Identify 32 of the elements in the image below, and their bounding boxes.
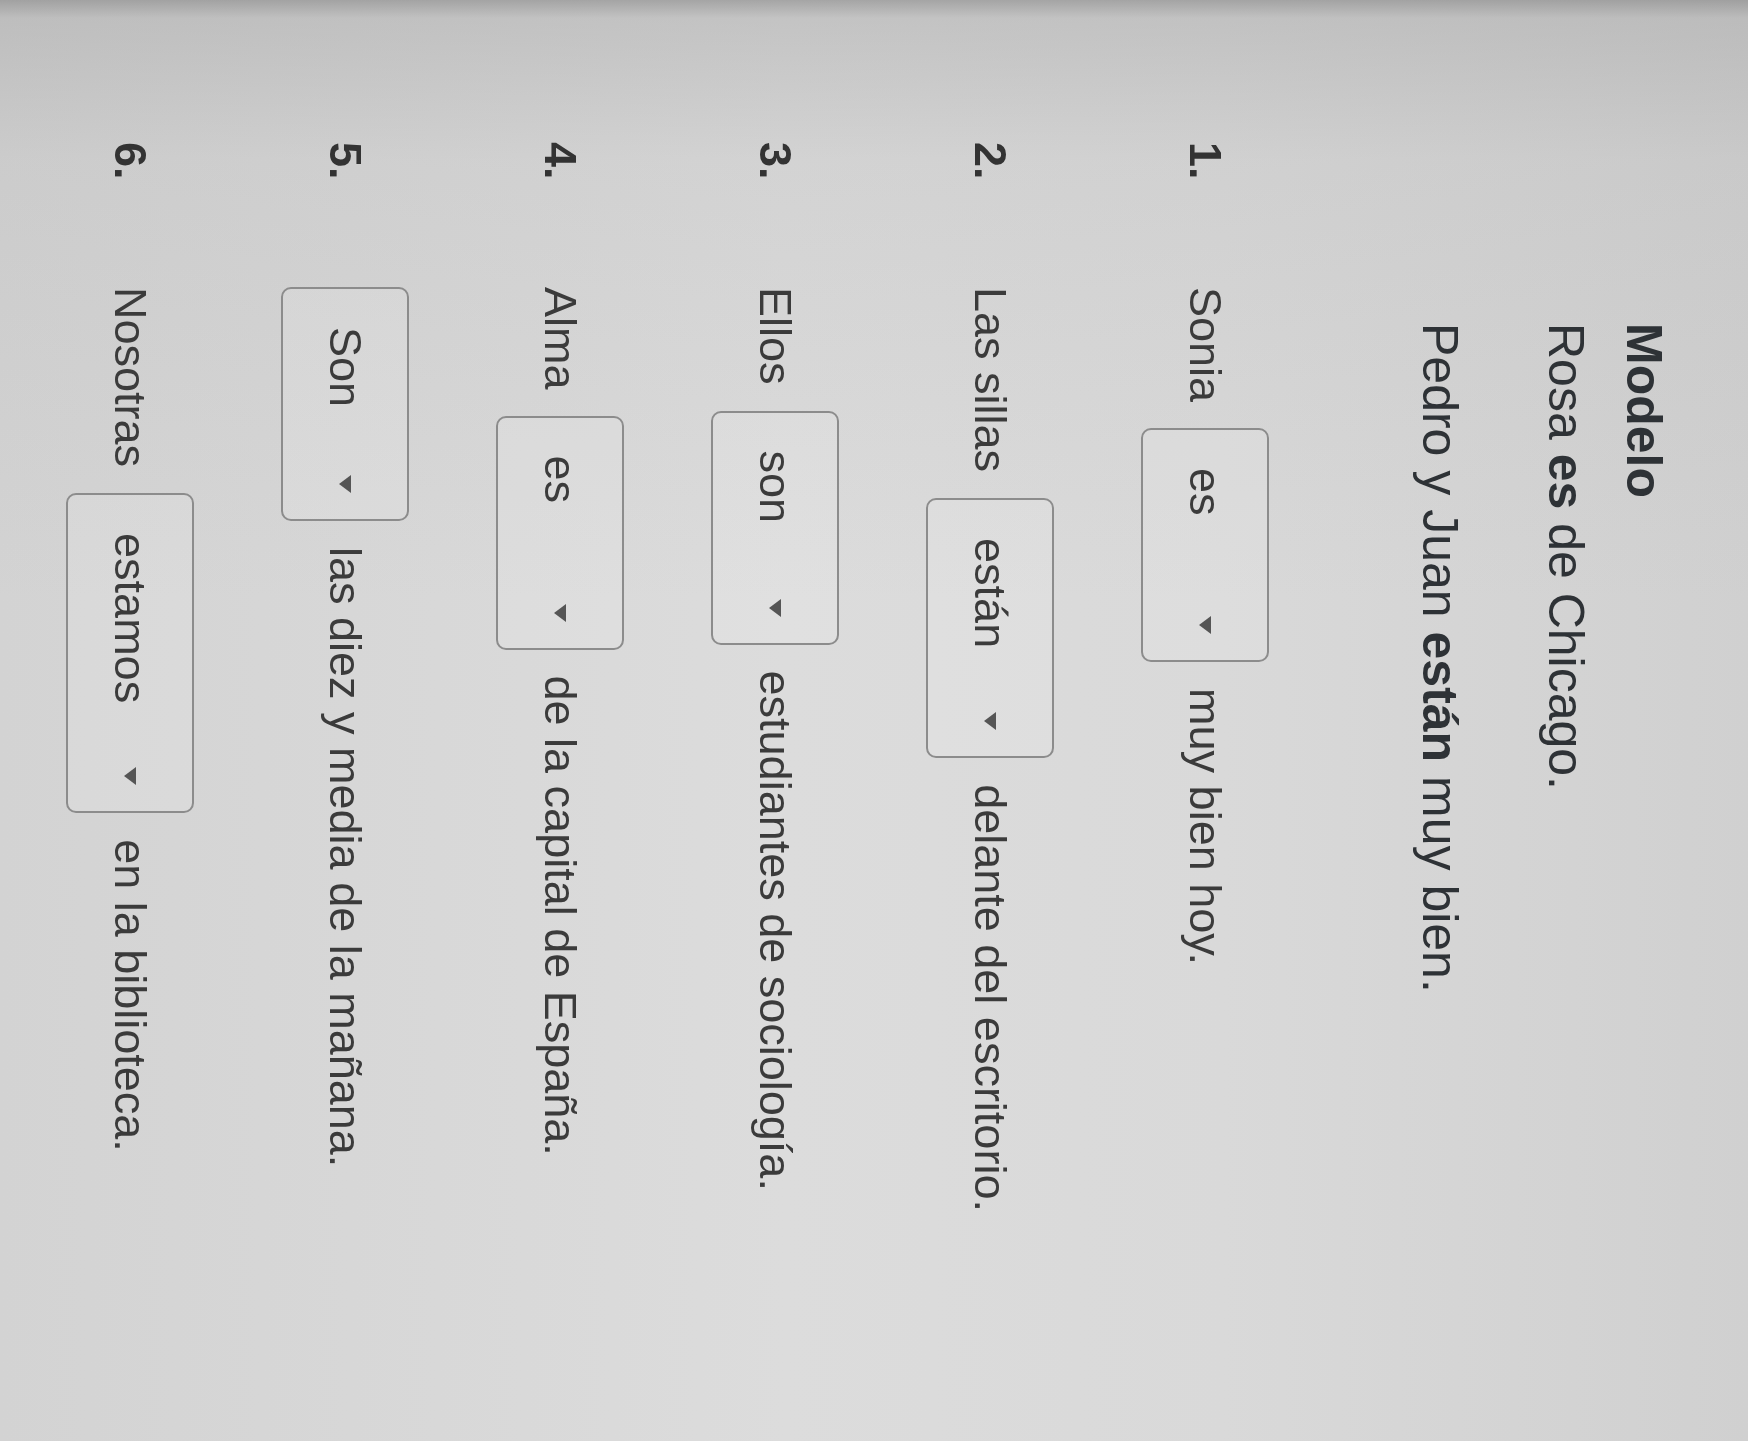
question-number: 6. xyxy=(103,142,157,182)
sentence-start: Ellos xyxy=(748,287,802,385)
answer-dropdown[interactable]: es xyxy=(1141,428,1269,663)
caret-icon xyxy=(984,712,996,731)
question-number: 1. xyxy=(1178,142,1232,182)
sentence-start: Alma xyxy=(533,287,587,390)
caret-icon xyxy=(769,598,781,617)
sentence-start: Las sillas xyxy=(963,287,1017,473)
example-sentence: Rosa es de Chicago. xyxy=(1538,323,1594,790)
answer-dropdown[interactable]: están xyxy=(926,498,1054,759)
caret-icon xyxy=(1199,616,1211,635)
question-number: 2. xyxy=(963,142,1017,182)
sentence-end: delante del escritorio. xyxy=(963,784,1017,1212)
model-heading: Modelo xyxy=(1616,323,1672,498)
sentence-end: en la biblioteca. xyxy=(103,839,157,1152)
caret-icon xyxy=(124,767,136,786)
answer-dropdown[interactable]: Son xyxy=(281,287,409,521)
example-sentence: Pedro y Juan están muy bien. xyxy=(1412,323,1468,993)
answer-dropdown[interactable]: estamos xyxy=(66,493,194,814)
sentence-start: Nosotras xyxy=(103,287,157,468)
question-number: 3. xyxy=(748,142,802,182)
question-number: 5. xyxy=(318,142,372,182)
answer-dropdown[interactable]: es xyxy=(496,415,624,650)
sentence-end: las diez y media de la mañana. xyxy=(318,547,372,1168)
question-number: 4. xyxy=(533,142,587,182)
sentence-end: estudiantes de sociología. xyxy=(748,670,802,1191)
caret-icon xyxy=(339,475,351,493)
caret-icon xyxy=(554,603,566,622)
sentence-start: Sonia xyxy=(1178,287,1232,403)
sentence-end: muy bien hoy. xyxy=(1178,688,1232,965)
sentence-end: de la capital de España. xyxy=(533,675,587,1156)
answer-dropdown[interactable]: son xyxy=(711,410,839,645)
